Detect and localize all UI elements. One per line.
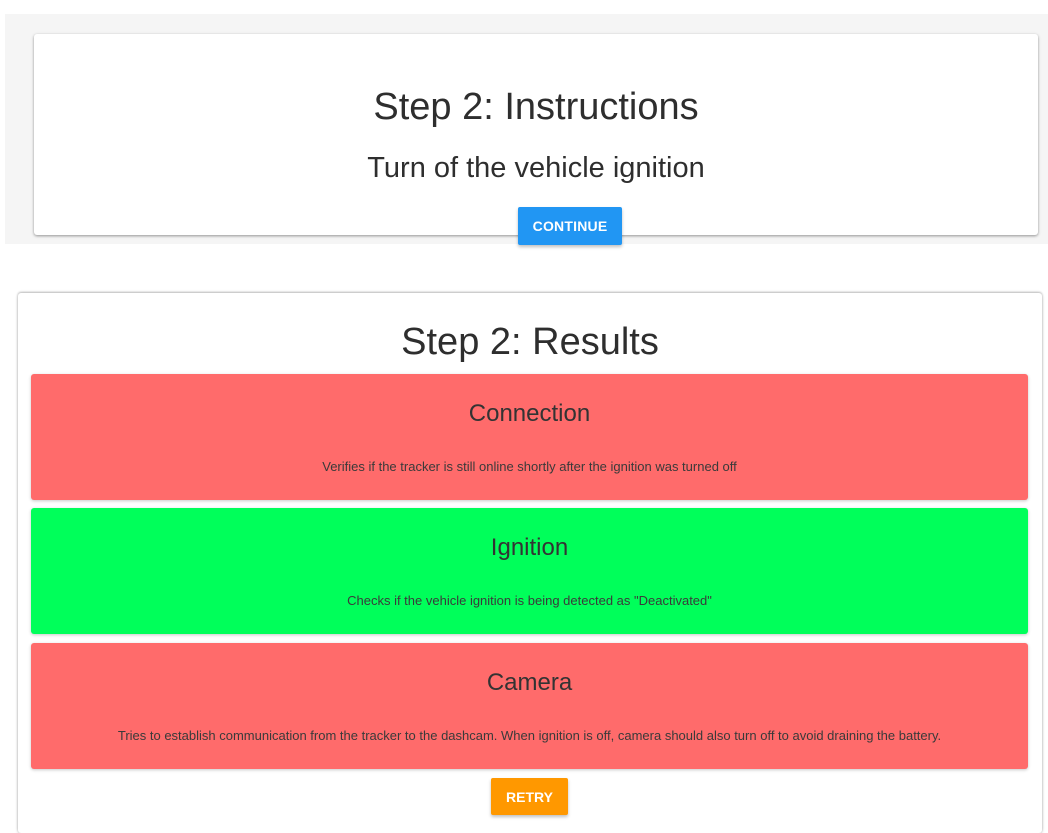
result-name: Ignition [490, 534, 569, 561]
result-connection: Connection Verifies if the tracker is st… [31, 374, 1028, 500]
results-card: Step 2: Results Connection Verifies if t… [18, 293, 1042, 833]
result-camera: Camera Tries to establish communication … [31, 643, 1028, 769]
result-description: Checks if the vehicle ignition is being … [347, 593, 712, 608]
instructions-text: Turn of the vehicle ignition [367, 152, 705, 184]
result-description: Tries to establish communication from th… [117, 728, 942, 743]
instructions-card: Step 2: Instructions Turn of the vehicle… [34, 34, 1038, 245]
continue-button[interactable]: CONTINUE [518, 207, 622, 245]
result-name: Connection [468, 400, 591, 427]
results-title: Step 2: Results [401, 321, 659, 363]
instructions-title: Step 2: Instructions [373, 86, 699, 128]
result-ignition: Ignition Checks if the vehicle ignition … [31, 508, 1028, 634]
result-name: Camera [486, 669, 573, 696]
retry-button[interactable]: RETRY [491, 778, 568, 815]
result-description: Verifies if the tracker is still online … [322, 459, 737, 474]
